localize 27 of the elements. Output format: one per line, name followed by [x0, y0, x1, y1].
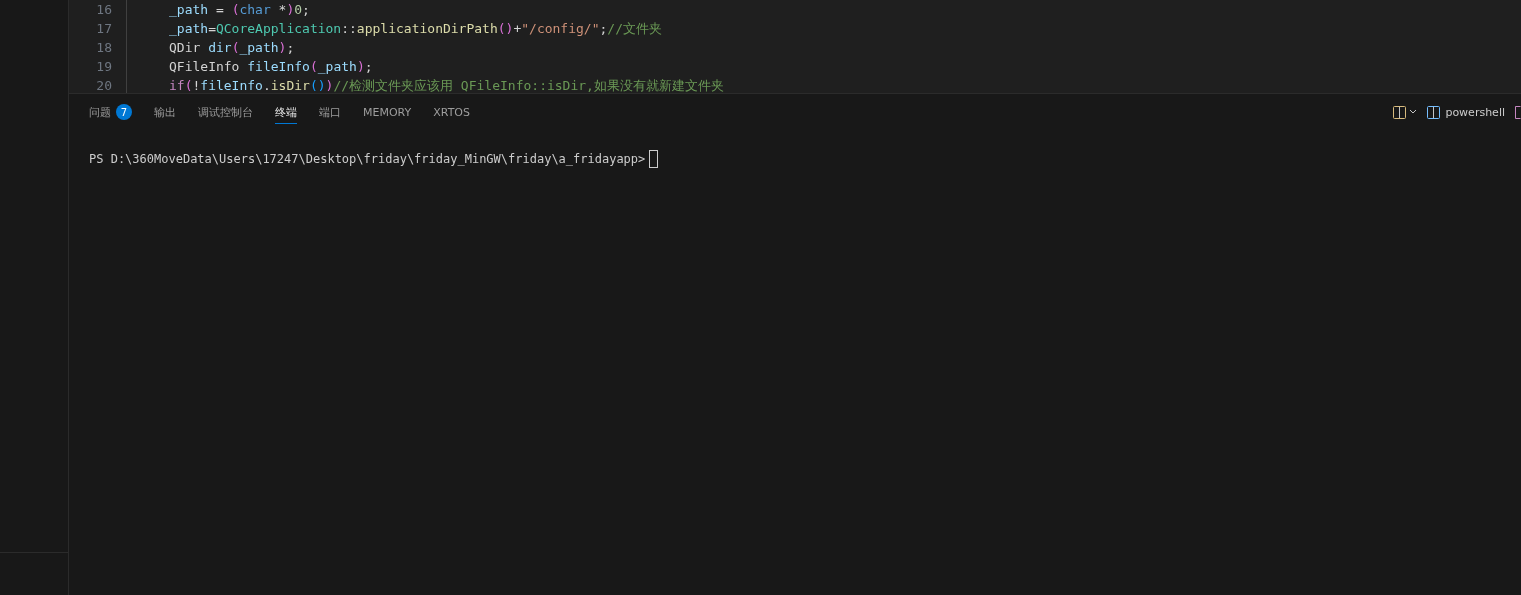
line-number: 19 [95, 59, 112, 74]
tab-label: 问题 [89, 104, 111, 120]
code-line: if(!fileInfo.isDir())//检测文件夹应该用 QFileInfo::isDir,如果没有就新建文件夹 [169, 76, 724, 93]
panel-tab[interactable]: 端口 [319, 100, 341, 124]
code-line: _path=QCoreApplication::applicationDirPath()+"/config/";//文件夹 [169, 19, 662, 38]
panel-tab[interactable]: 问题 7 [89, 100, 132, 124]
split-icon [1393, 105, 1407, 119]
split-icon [1427, 105, 1441, 119]
code-line: _path = (char *)0; [169, 2, 310, 17]
panel-tab[interactable]: 调试控制台 [198, 100, 253, 124]
code-line: QDir dir(_path); [169, 40, 295, 55]
split-terminal-button[interactable] [1393, 105, 1418, 119]
panel-tab[interactable]: 输出 [154, 100, 176, 124]
line-number: 18 [95, 40, 112, 55]
code-line: QFileInfo fileInfo(_path); [169, 59, 373, 74]
chevron-down-icon [1409, 109, 1418, 115]
terminal-selector[interactable]: powershell [1427, 105, 1505, 119]
terminal-cursor [649, 150, 659, 168]
terminal-prompt: PS D:\360MoveData\Users\17247\Desktop\friday\friday_MinGW\friday\a_fridayapp> [89, 152, 646, 166]
panel-tab[interactable]: XRTOS [433, 100, 470, 124]
count-badge: 7 [116, 104, 132, 120]
line-number: 20 [95, 78, 112, 93]
panel-tab[interactable]: MEMORY [363, 100, 412, 124]
panel-icon[interactable] [1515, 105, 1521, 119]
panel-tab[interactable]: 终端 [275, 100, 297, 124]
line-number: 17 [95, 21, 112, 36]
line-number: 16 [95, 2, 112, 17]
